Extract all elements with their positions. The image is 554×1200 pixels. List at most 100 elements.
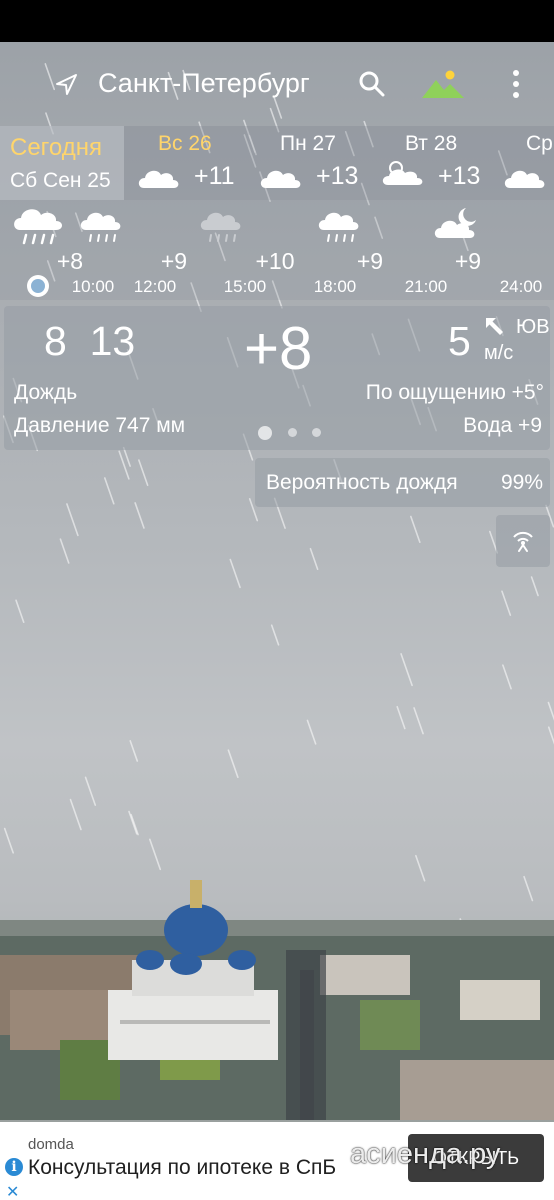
rain-streak	[530, 576, 539, 597]
min-temp: 8	[44, 318, 67, 364]
day-item[interactable]: Ср	[498, 126, 554, 200]
ad-text[interactable]: Консультация по ипотеке в СпБ	[28, 1156, 336, 1180]
more-vert-icon[interactable]	[506, 68, 526, 100]
info-icon[interactable]: i	[5, 1158, 23, 1176]
location-arrow-icon[interactable]	[54, 72, 80, 98]
rain-streak	[122, 446, 131, 467]
radar-button[interactable]	[496, 515, 550, 567]
rain-streak	[84, 776, 97, 806]
rain-streak	[128, 810, 138, 835]
hourly-time: 18:00	[313, 277, 357, 296]
current-weather-card[interactable]: 8 13 +8 5 ЮВ м/с Дождь По ощущению +5° Д…	[4, 306, 550, 450]
rain-cloud-grey-icon	[200, 212, 241, 242]
close-icon[interactable]: ✕	[6, 1182, 19, 1200]
day-item[interactable]: Вс 26 +11	[126, 126, 250, 200]
rain-streak	[129, 740, 139, 762]
hourly-temp: +9	[160, 248, 188, 274]
water-temp: Вода +9	[463, 414, 542, 437]
wind-direction-arrow-icon	[486, 318, 503, 335]
rain-streak	[501, 590, 512, 616]
day-today[interactable]: Сегодня Сб Сен 25	[0, 126, 124, 200]
rain-cloud-icon	[80, 212, 121, 242]
watermark: асиенда.ру	[350, 1138, 501, 1170]
rain-streak	[66, 503, 79, 537]
night-cloud-icon	[434, 208, 476, 238]
city-title[interactable]: Санкт-Петербург	[98, 68, 310, 99]
rain-streak	[227, 749, 239, 779]
page-indicator[interactable]	[256, 426, 326, 440]
rain-streak	[410, 515, 421, 544]
city-panorama	[0, 880, 554, 1120]
rain-cloud-icon	[14, 209, 62, 245]
rain-streak	[138, 459, 149, 487]
rain-streak	[547, 701, 554, 721]
rain-streak	[396, 705, 406, 730]
landscape-icon[interactable]	[420, 68, 466, 100]
hourly-temp: +9	[454, 248, 482, 274]
rain-streak	[229, 558, 241, 589]
page-dot	[288, 428, 297, 437]
current-temp: +8	[244, 315, 313, 382]
rain-streak	[547, 726, 554, 745]
feels-like: По ощущению +5°	[365, 381, 544, 404]
cloud-icon	[504, 170, 545, 188]
radar-icon	[513, 531, 533, 552]
day-temp: +13	[438, 162, 481, 190]
hourly-time: 21:00	[404, 277, 448, 296]
hourly-time: 12:00	[133, 277, 177, 296]
day-item[interactable]: Вт 28 +13	[374, 126, 498, 200]
rain-probability-label: Вероятность дождя	[266, 471, 458, 494]
top-bar: Санкт-Петербург	[0, 42, 554, 126]
day-name: Вс 26	[158, 132, 212, 155]
today-label: Сегодня	[10, 134, 102, 161]
wind-speed: 5	[448, 318, 471, 364]
hourly-temp: +10	[255, 248, 295, 274]
wind-unit: м/с	[484, 342, 514, 364]
hourly-time: 15:00	[223, 277, 267, 296]
rain-probability-value: 99%	[500, 471, 543, 494]
search-icon[interactable]	[358, 70, 386, 98]
status-bar	[0, 0, 554, 42]
rain-cloud-icon	[318, 212, 359, 242]
daily-forecast-strip: Сегодня Сб Сен 25 Вс 26 +11 Пн 27 +13 Вт…	[0, 126, 554, 200]
day-temp: +11	[194, 162, 235, 190]
rain-streak	[3, 827, 14, 854]
rain-streak	[130, 813, 139, 836]
day-name: Вт 28	[405, 132, 458, 155]
rain-streak	[413, 707, 424, 735]
max-temp: 13	[89, 318, 136, 364]
day-temp: +13	[316, 162, 359, 190]
day-item[interactable]: Пн 27 +13	[250, 126, 374, 200]
ad-source: domda	[28, 1136, 74, 1153]
partly-cloudy-icon	[382, 161, 423, 185]
pressure: Давление 747 мм	[14, 414, 186, 437]
rain-streak	[270, 624, 280, 646]
today-date: Сб Сен 25	[10, 169, 111, 192]
day-name: Пн 27	[280, 132, 336, 155]
hourly-temp: +8	[56, 248, 84, 274]
rain-streak	[502, 664, 512, 690]
hourly-time: 24:00	[499, 277, 543, 296]
hourly-time: 10:00	[71, 277, 115, 296]
rain-streak	[59, 538, 70, 564]
hourly-forecast[interactable]: +8 +9 +10 +9 +9 10:00 12:00 15:00 18:00 …	[0, 200, 554, 300]
cloud-icon	[260, 170, 301, 188]
page-dot-active	[258, 426, 272, 440]
rain-streak	[148, 838, 162, 871]
page-dot	[312, 428, 321, 437]
current-time-indicator	[27, 275, 49, 297]
day-name: Ср	[526, 132, 553, 155]
rain-streak	[69, 798, 82, 831]
rain-streak	[400, 653, 413, 687]
rain-streak	[134, 502, 145, 529]
rain-probability[interactable]: Вероятность дождя 99%	[255, 458, 550, 507]
rain-streak	[103, 477, 115, 505]
cloud-icon	[138, 170, 179, 188]
rain-streak	[306, 719, 317, 745]
rain-streak	[309, 547, 319, 571]
wind-direction: ЮВ	[516, 316, 550, 338]
hourly-temp: +9	[356, 248, 384, 274]
rain-streak	[118, 450, 130, 480]
rain-streak	[15, 599, 25, 624]
min-max-temp: 8 13	[44, 318, 135, 365]
